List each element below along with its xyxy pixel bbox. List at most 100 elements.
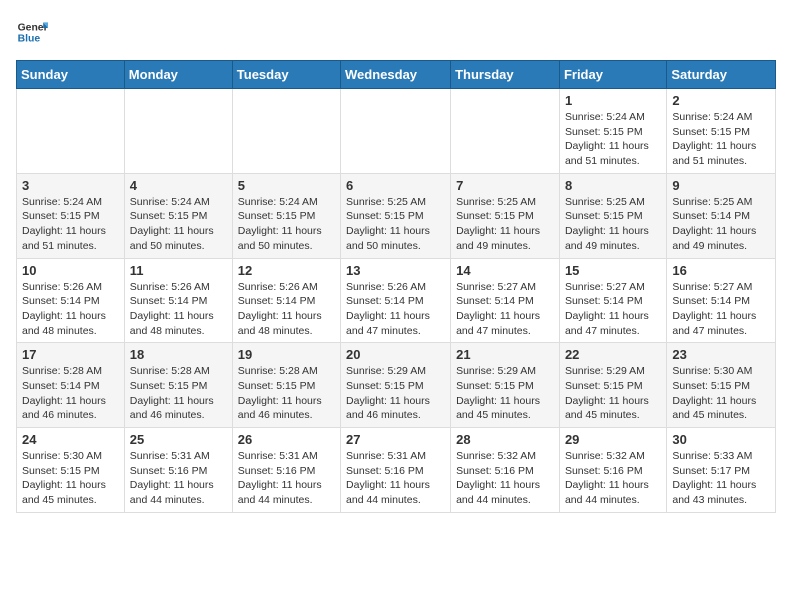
day-number: 16 bbox=[672, 263, 770, 278]
day-info: Sunrise: 5:31 AM Sunset: 5:16 PM Dayligh… bbox=[238, 449, 335, 508]
calendar-cell: 19 Sunrise: 5:28 AM Sunset: 5:15 PM Dayli… bbox=[232, 343, 340, 428]
weekday-header-row: SundayMondayTuesdayWednesdayThursdayFrid… bbox=[17, 61, 776, 89]
calendar-cell: 6 Sunrise: 5:25 AM Sunset: 5:15 PM Daylig… bbox=[341, 173, 451, 258]
calendar-cell: 21Sunrise: 5:29 AM Sunset: 5:15 PM Dayli… bbox=[451, 343, 560, 428]
day-number: 15 bbox=[565, 263, 661, 278]
day-info: Sunrise: 5:26 AM Sunset: 5:14 PM Dayligh… bbox=[238, 280, 335, 339]
day-number: 25 bbox=[130, 432, 227, 447]
day-number: 13 bbox=[346, 263, 445, 278]
calendar-week-row: 24Sunrise: 5:30 AM Sunset: 5:15 PM Dayli… bbox=[17, 428, 776, 513]
calendar-cell: 23Sunrise: 5:30 AM Sunset: 5:15 PM Dayli… bbox=[667, 343, 776, 428]
calendar-cell: 25 Sunrise: 5:31 AM Sunset: 5:16 PM Dayli… bbox=[124, 428, 232, 513]
logo-icon: General Blue bbox=[16, 16, 48, 48]
day-info: Sunrise: 5:26 AM Sunset: 5:14 PM Dayligh… bbox=[22, 280, 119, 339]
calendar-cell: 3 Sunrise: 5:24 AM Sunset: 5:15 PM Daylig… bbox=[17, 173, 125, 258]
day-number: 2 bbox=[672, 93, 770, 108]
calendar-cell bbox=[17, 89, 125, 174]
calendar-cell bbox=[124, 89, 232, 174]
day-info: Sunrise: 5:26 AM Sunset: 5:14 PM Dayligh… bbox=[130, 280, 227, 339]
day-info: Sunrise: 5:25 AM Sunset: 5:15 PM Dayligh… bbox=[346, 195, 445, 254]
calendar-cell: 10 Sunrise: 5:26 AM Sunset: 5:14 PM Dayli… bbox=[17, 258, 125, 343]
calendar-cell: 20 Sunrise: 5:29 AM Sunset: 5:15 PM Dayli… bbox=[341, 343, 451, 428]
weekday-header-friday: Friday bbox=[559, 61, 666, 89]
day-number: 22 bbox=[565, 347, 661, 362]
day-info: Sunrise: 5:25 AM Sunset: 5:15 PM Dayligh… bbox=[565, 195, 661, 254]
day-info: Sunrise: 5:24 AM Sunset: 5:15 PM Dayligh… bbox=[672, 110, 770, 169]
calendar-cell: 26 Sunrise: 5:31 AM Sunset: 5:16 PM Dayli… bbox=[232, 428, 340, 513]
calendar-cell: 7 Sunrise: 5:25 AM Sunset: 5:15 PM Daylig… bbox=[451, 173, 560, 258]
day-number: 6 bbox=[346, 178, 445, 193]
day-number: 27 bbox=[346, 432, 445, 447]
calendar-cell: 30Sunrise: 5:33 AM Sunset: 5:17 PM Dayli… bbox=[667, 428, 776, 513]
day-number: 12 bbox=[238, 263, 335, 278]
day-info: Sunrise: 5:32 AM Sunset: 5:16 PM Dayligh… bbox=[565, 449, 661, 508]
day-info: Sunrise: 5:28 AM Sunset: 5:15 PM Dayligh… bbox=[238, 364, 335, 423]
day-number: 5 bbox=[238, 178, 335, 193]
day-number: 18 bbox=[130, 347, 227, 362]
calendar-cell: 15 Sunrise: 5:27 AM Sunset: 5:14 PM Dayli… bbox=[559, 258, 666, 343]
day-number: 14 bbox=[456, 263, 554, 278]
day-info: Sunrise: 5:33 AM Sunset: 5:17 PM Dayligh… bbox=[672, 449, 770, 508]
day-number: 4 bbox=[130, 178, 227, 193]
day-number: 20 bbox=[346, 347, 445, 362]
calendar-cell: 27 Sunrise: 5:31 AM Sunset: 5:16 PM Dayli… bbox=[341, 428, 451, 513]
logo: General Blue bbox=[16, 16, 48, 48]
weekday-header-monday: Monday bbox=[124, 61, 232, 89]
calendar-cell: 11 Sunrise: 5:26 AM Sunset: 5:14 PM Dayli… bbox=[124, 258, 232, 343]
day-number: 1 bbox=[565, 93, 661, 108]
day-number: 28 bbox=[456, 432, 554, 447]
weekday-header-wednesday: Wednesday bbox=[341, 61, 451, 89]
day-info: Sunrise: 5:31 AM Sunset: 5:16 PM Dayligh… bbox=[346, 449, 445, 508]
day-number: 10 bbox=[22, 263, 119, 278]
day-info: Sunrise: 5:29 AM Sunset: 5:15 PM Dayligh… bbox=[346, 364, 445, 423]
day-info: Sunrise: 5:24 AM Sunset: 5:15 PM Dayligh… bbox=[130, 195, 227, 254]
day-number: 9 bbox=[672, 178, 770, 193]
day-info: Sunrise: 5:27 AM Sunset: 5:14 PM Dayligh… bbox=[565, 280, 661, 339]
calendar-cell: 13 Sunrise: 5:26 AM Sunset: 5:14 PM Dayli… bbox=[341, 258, 451, 343]
calendar-cell: 17Sunrise: 5:28 AM Sunset: 5:14 PM Dayli… bbox=[17, 343, 125, 428]
day-number: 26 bbox=[238, 432, 335, 447]
calendar-cell: 16 Sunrise: 5:27 AM Sunset: 5:14 PM Dayli… bbox=[667, 258, 776, 343]
calendar-week-row: 17Sunrise: 5:28 AM Sunset: 5:14 PM Dayli… bbox=[17, 343, 776, 428]
weekday-header-tuesday: Tuesday bbox=[232, 61, 340, 89]
day-info: Sunrise: 5:27 AM Sunset: 5:14 PM Dayligh… bbox=[456, 280, 554, 339]
day-number: 3 bbox=[22, 178, 119, 193]
calendar-cell: 12 Sunrise: 5:26 AM Sunset: 5:14 PM Dayli… bbox=[232, 258, 340, 343]
calendar-cell: 4 Sunrise: 5:24 AM Sunset: 5:15 PM Daylig… bbox=[124, 173, 232, 258]
day-number: 19 bbox=[238, 347, 335, 362]
calendar-cell: 29 Sunrise: 5:32 AM Sunset: 5:16 PM Dayli… bbox=[559, 428, 666, 513]
day-info: Sunrise: 5:25 AM Sunset: 5:15 PM Dayligh… bbox=[456, 195, 554, 254]
calendar-cell bbox=[341, 89, 451, 174]
calendar-cell: 1 Sunrise: 5:24 AM Sunset: 5:15 PM Daylig… bbox=[559, 89, 666, 174]
calendar-week-row: 1 Sunrise: 5:24 AM Sunset: 5:15 PM Daylig… bbox=[17, 89, 776, 174]
day-number: 29 bbox=[565, 432, 661, 447]
day-info: Sunrise: 5:30 AM Sunset: 5:15 PM Dayligh… bbox=[22, 449, 119, 508]
day-info: Sunrise: 5:27 AM Sunset: 5:14 PM Dayligh… bbox=[672, 280, 770, 339]
calendar-week-row: 3 Sunrise: 5:24 AM Sunset: 5:15 PM Daylig… bbox=[17, 173, 776, 258]
day-info: Sunrise: 5:24 AM Sunset: 5:15 PM Dayligh… bbox=[22, 195, 119, 254]
day-number: 17 bbox=[22, 347, 119, 362]
calendar-cell: 22 Sunrise: 5:29 AM Sunset: 5:15 PM Dayli… bbox=[559, 343, 666, 428]
day-info: Sunrise: 5:29 AM Sunset: 5:15 PM Dayligh… bbox=[565, 364, 661, 423]
day-info: Sunrise: 5:30 AM Sunset: 5:15 PM Dayligh… bbox=[672, 364, 770, 423]
calendar-cell: 24Sunrise: 5:30 AM Sunset: 5:15 PM Dayli… bbox=[17, 428, 125, 513]
calendar-cell bbox=[232, 89, 340, 174]
calendar-cell: 9Sunrise: 5:25 AM Sunset: 5:14 PM Daylig… bbox=[667, 173, 776, 258]
day-info: Sunrise: 5:24 AM Sunset: 5:15 PM Dayligh… bbox=[565, 110, 661, 169]
day-info: Sunrise: 5:32 AM Sunset: 5:16 PM Dayligh… bbox=[456, 449, 554, 508]
day-info: Sunrise: 5:31 AM Sunset: 5:16 PM Dayligh… bbox=[130, 449, 227, 508]
svg-text:Blue: Blue bbox=[18, 34, 41, 45]
day-info: Sunrise: 5:26 AM Sunset: 5:14 PM Dayligh… bbox=[346, 280, 445, 339]
day-number: 7 bbox=[456, 178, 554, 193]
day-info: Sunrise: 5:28 AM Sunset: 5:15 PM Dayligh… bbox=[130, 364, 227, 423]
weekday-header-saturday: Saturday bbox=[667, 61, 776, 89]
day-number: 11 bbox=[130, 263, 227, 278]
weekday-header-thursday: Thursday bbox=[451, 61, 560, 89]
calendar-cell: 2 Sunrise: 5:24 AM Sunset: 5:15 PM Daylig… bbox=[667, 89, 776, 174]
day-info: Sunrise: 5:24 AM Sunset: 5:15 PM Dayligh… bbox=[238, 195, 335, 254]
calendar-cell: 28 Sunrise: 5:32 AM Sunset: 5:16 PM Dayli… bbox=[451, 428, 560, 513]
calendar-cell: 14 Sunrise: 5:27 AM Sunset: 5:14 PM Dayli… bbox=[451, 258, 560, 343]
day-info: Sunrise: 5:29 AM Sunset: 5:15 PM Dayligh… bbox=[456, 364, 554, 423]
calendar-week-row: 10 Sunrise: 5:26 AM Sunset: 5:14 PM Dayli… bbox=[17, 258, 776, 343]
calendar-cell: 18 Sunrise: 5:28 AM Sunset: 5:15 PM Dayli… bbox=[124, 343, 232, 428]
